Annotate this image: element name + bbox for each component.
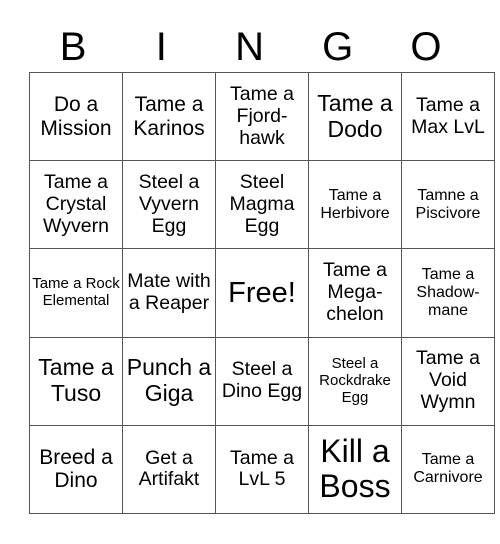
bingo-cell[interactable]: Steel a Dino Egg	[215, 336, 309, 426]
bingo-cell[interactable]: Steel a Vyvern Egg	[122, 160, 216, 250]
bingo-cell[interactable]: Breed a Dino	[29, 424, 123, 515]
bingo-cell[interactable]: Punch a Giga	[122, 336, 216, 426]
bingo-cell[interactable]: Tame a Crystal Wyvern	[29, 160, 123, 250]
header-letter-i: I	[155, 25, 167, 69]
bingo-cell[interactable]: Tame a Rock Elemental	[29, 248, 123, 338]
grid-row: Tame a Rock Elemental Mate with a Reaper…	[29, 248, 495, 338]
bingo-cell[interactable]: Tame a Dodo	[308, 71, 402, 162]
bingo-cell[interactable]: Tame a Carnivore	[401, 424, 495, 515]
bingo-cell[interactable]: Kill a Boss	[308, 424, 402, 515]
grid-row: Tame a Tuso Punch a Giga Steel a Dino Eg…	[29, 336, 495, 426]
free-cell[interactable]: Free!	[215, 248, 309, 338]
bingo-cell[interactable]: Tame a Max LvL	[401, 71, 495, 162]
bingo-cell[interactable]: Get a Artifakt	[122, 424, 216, 515]
bingo-cell[interactable]: Tamne a Piscivore	[401, 160, 495, 250]
bingo-cell[interactable]: Steel Magma Egg	[215, 160, 309, 250]
header-letter-n: N	[235, 25, 264, 69]
bingo-cell[interactable]: Mate with a Reaper	[122, 248, 216, 338]
bingo-cell[interactable]: Steel a Rockdrake Egg	[308, 336, 402, 426]
bingo-cell[interactable]: Tame a Mega-chelon	[308, 248, 402, 338]
header-letter-b: B	[59, 25, 87, 69]
bingo-cell[interactable]: Tame a Karinos	[122, 71, 216, 162]
grid-row: Breed a Dino Get a Artifakt Tame a LvL 5…	[29, 424, 495, 515]
bingo-header: B I N G O	[29, 22, 470, 72]
grid-row: Do a Mission Tame a Karinos Tame a Fjord…	[29, 71, 495, 162]
bingo-grid: Do a Mission Tame a Karinos Tame a Fjord…	[29, 71, 495, 515]
grid-row: Tame a Crystal Wyvern Steel a Vyvern Egg…	[29, 160, 495, 250]
header-letter-o: O	[410, 25, 442, 69]
bingo-cell[interactable]: Tame a Fjord-hawk	[215, 71, 309, 162]
bingo-cell[interactable]: Tame a LvL 5	[215, 424, 309, 515]
bingo-cell[interactable]: Tame a Herbivore	[308, 160, 402, 250]
bingo-cell[interactable]: Tame a Shadow-mane	[401, 248, 495, 338]
bingo-cell[interactable]: Tame a Tuso	[29, 336, 123, 426]
bingo-cell[interactable]: Tame a Void Wymn	[401, 336, 495, 426]
bingo-cell[interactable]: Do a Mission	[29, 71, 123, 162]
header-letter-g: G	[322, 25, 354, 69]
